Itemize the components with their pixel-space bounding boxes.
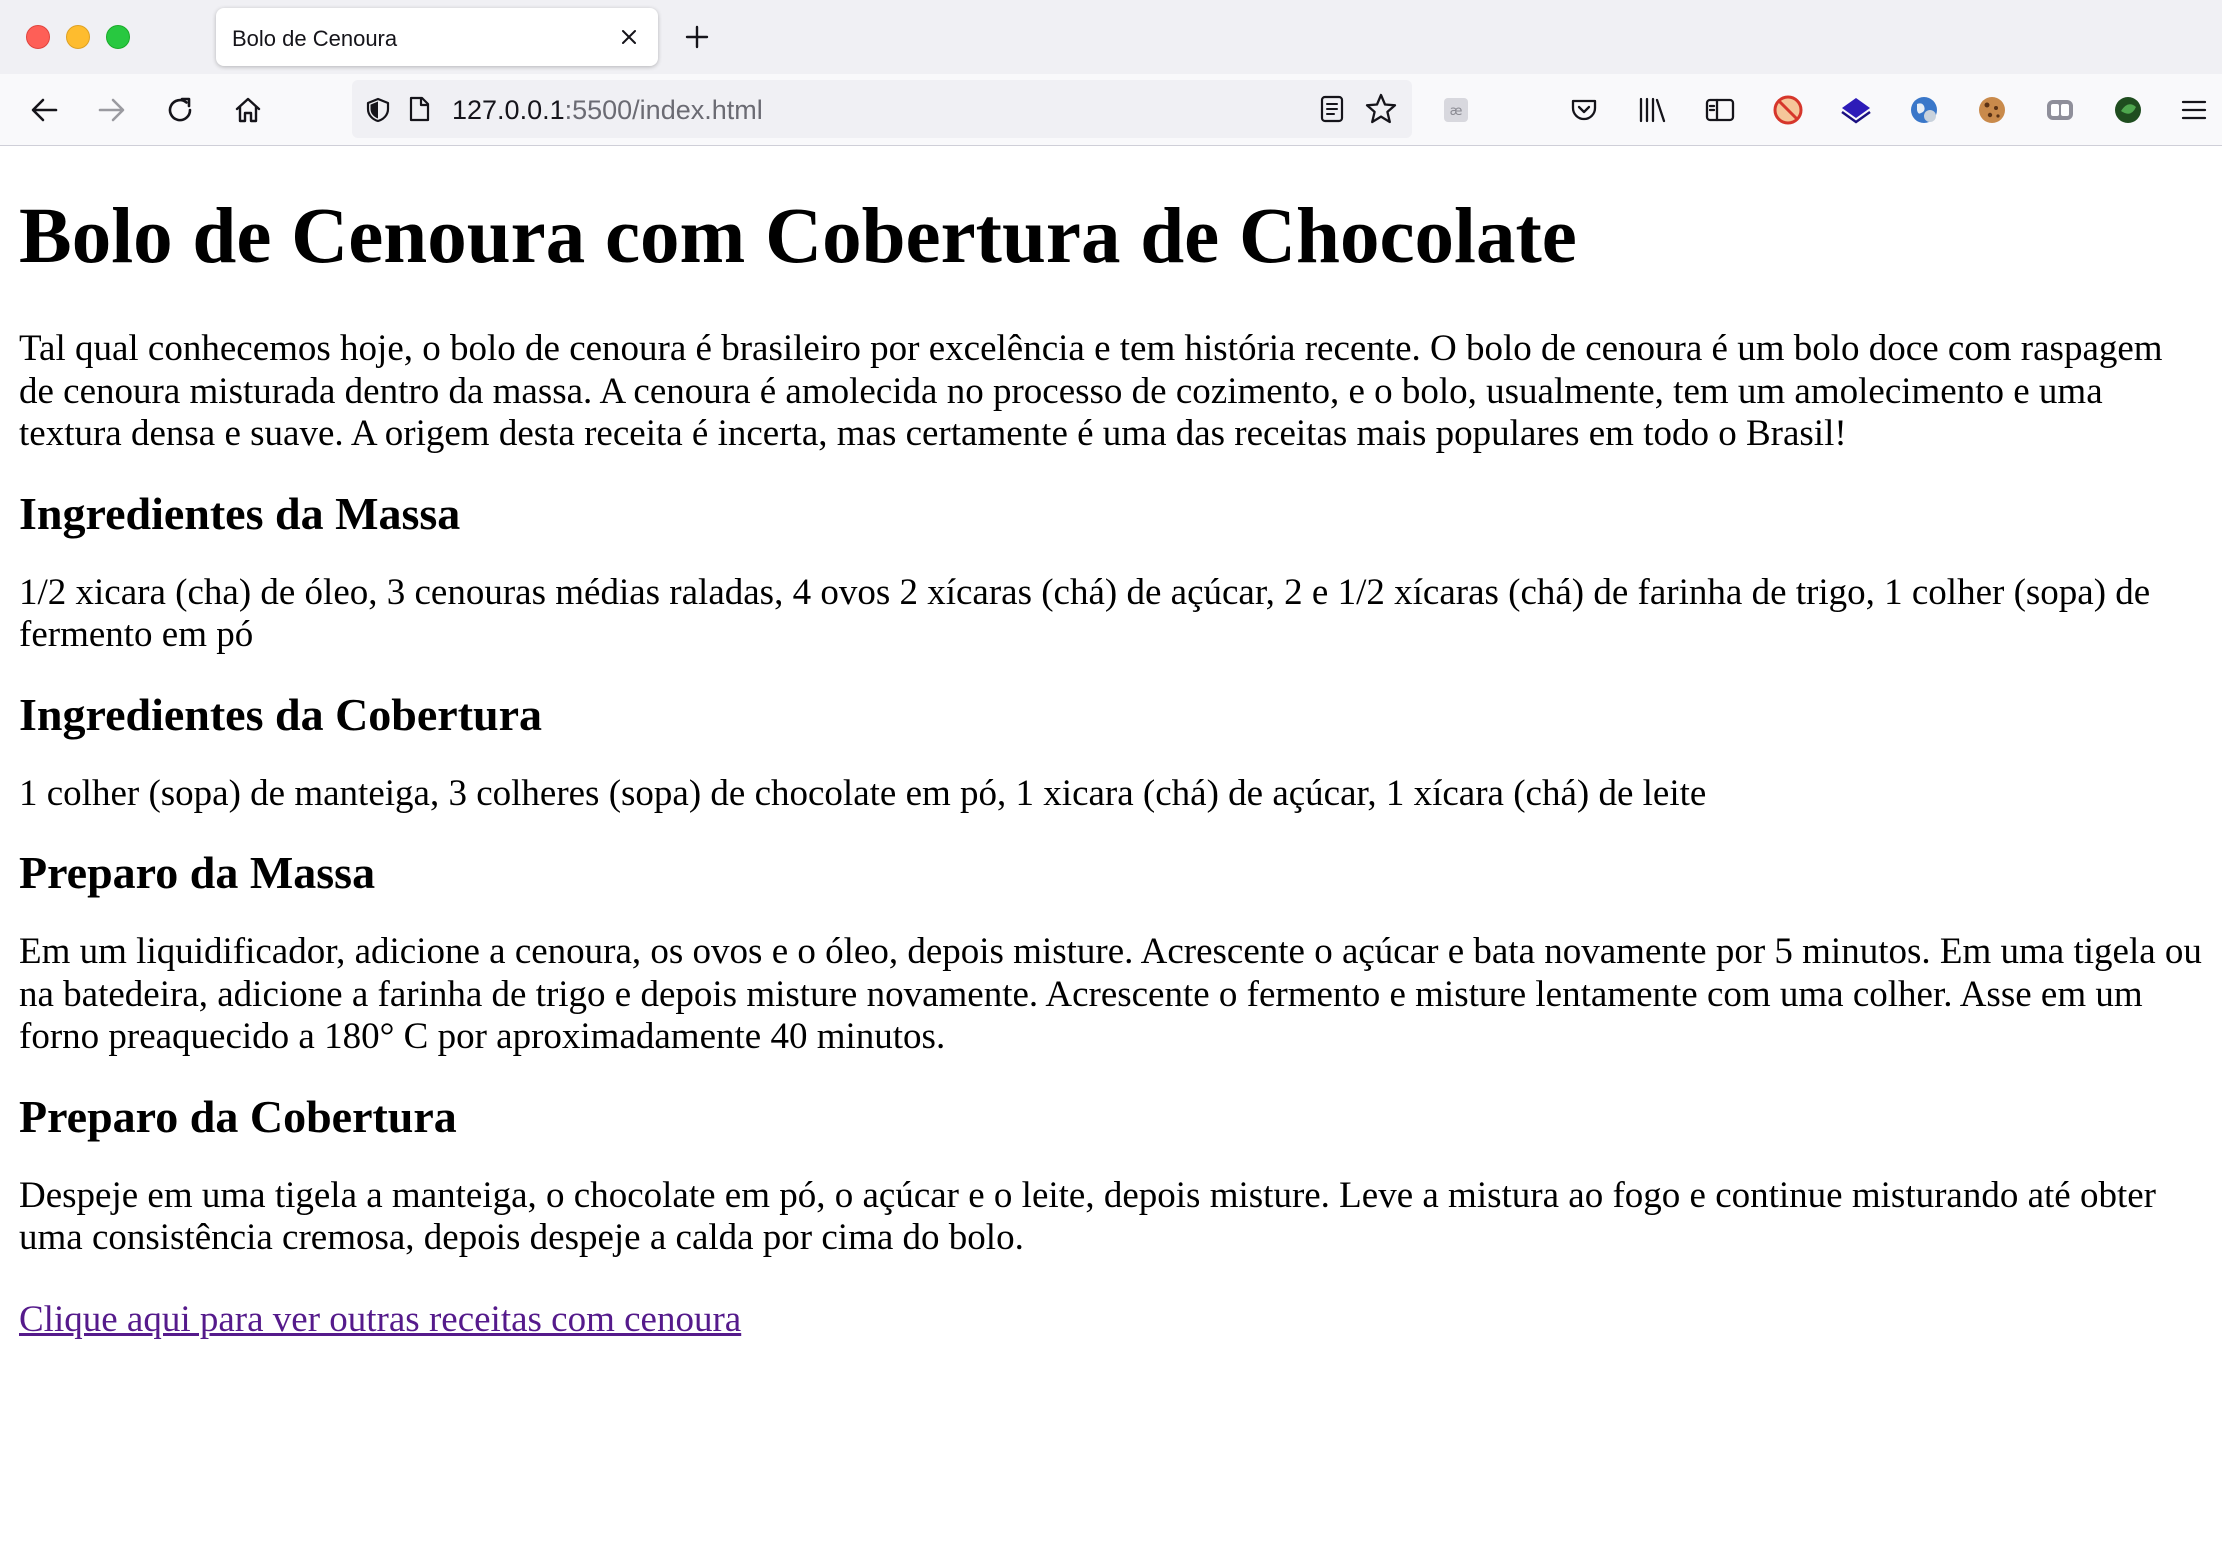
- pocket-button[interactable]: [1566, 92, 1602, 128]
- arrow-left-icon: [31, 98, 58, 122]
- link-paragraph: Clique aqui para ver outras receitas com…: [19, 1298, 2203, 1341]
- url-host: 127.0.0.1: [452, 95, 565, 125]
- page-info-icon[interactable]: [406, 95, 432, 123]
- section-text-cobertura-ingredients: 1 colher (sopa) de manteiga, 3 colheres …: [19, 772, 1707, 814]
- sidebar-button[interactable]: [1702, 92, 1738, 128]
- sidebar-icon: [1705, 98, 1735, 122]
- back-button[interactable]: [24, 90, 64, 130]
- hamburger-menu-icon: [2181, 100, 2207, 120]
- container-extension-button[interactable]: [2042, 92, 2078, 128]
- url-text[interactable]: 127.0.0.1:5500/index.html: [452, 95, 763, 126]
- section-heading-massa-ingredients: Ingredientes da Massa: [19, 487, 461, 539]
- cookie-icon: [1979, 97, 2005, 123]
- page-content: Bolo de Cenoura com Cobertura de Chocola…: [0, 147, 2222, 1546]
- tab-bar: Bolo de Cenoura: [0, 0, 2222, 74]
- translate-extension-button[interactable]: æ: [1438, 92, 1474, 128]
- tab-title: Bolo de Cenoura: [232, 26, 398, 51]
- globe-icon: [1911, 97, 1937, 123]
- navigation-toolbar: 127.0.0.1:5500/index.html æ: [0, 74, 2222, 146]
- globe-extension-button[interactable]: [1906, 92, 1942, 128]
- reload-icon: [168, 97, 192, 122]
- zoom-window-button[interactable]: [106, 25, 130, 49]
- page-title: Bolo de Cenoura com Cobertura de Chocola…: [19, 193, 1577, 280]
- text-box-icon: æ: [1444, 98, 1468, 122]
- section-heading-cobertura-ingredients: Ingredientes da Cobertura: [19, 688, 543, 740]
- home-icon: [235, 97, 261, 123]
- shield-icon[interactable]: [364, 96, 392, 124]
- blocker-extension-button[interactable]: [1770, 92, 1806, 128]
- green-extension-button[interactable]: [2110, 92, 2146, 128]
- close-window-button[interactable]: [26, 25, 50, 49]
- bookmark-star-icon[interactable]: [1364, 92, 1398, 126]
- url-bar[interactable]: 127.0.0.1:5500/index.html: [352, 80, 1412, 138]
- section-heading-massa-preparation: Preparo da Massa: [19, 847, 376, 898]
- reader-view-icon[interactable]: [1318, 94, 1346, 124]
- section-heading-cobertura-preparation: Preparo da Cobertura: [19, 1090, 457, 1142]
- tab-active[interactable]: Bolo de Cenoura: [216, 8, 658, 66]
- minimize-window-button[interactable]: [66, 25, 90, 49]
- cookie-extension-button[interactable]: [1974, 92, 2010, 128]
- url-path: :5500/index.html: [564, 95, 763, 125]
- pocket-icon: [1571, 99, 1597, 121]
- other-recipes-link[interactable]: Clique aqui para ver outras receitas com…: [19, 1299, 741, 1340]
- library-icon: [1639, 97, 1666, 123]
- container-icon: [2047, 100, 2073, 120]
- svg-text:æ: æ: [1450, 104, 1463, 119]
- green-extension-icon: [2115, 97, 2141, 123]
- forward-button[interactable]: [92, 90, 132, 130]
- section-text-cobertura-preparation: Despeje em uma tigela a manteiga, o choc…: [19, 1174, 2156, 1259]
- menu-button[interactable]: [2176, 92, 2212, 128]
- layers-icon: [1841, 98, 1871, 124]
- section-text-massa-ingredients: 1/2 xicara (cha) de óleo, 3 cenouras méd…: [19, 571, 2151, 656]
- layers-extension-button[interactable]: [1838, 92, 1874, 128]
- plus-icon: [685, 25, 709, 49]
- arrow-right-icon: [98, 98, 125, 122]
- reload-button[interactable]: [160, 90, 200, 130]
- library-button[interactable]: [1634, 92, 1670, 128]
- close-icon: [622, 30, 636, 44]
- tab-close-button[interactable]: [612, 20, 646, 54]
- blocker-extension-icon: [1773, 95, 1803, 125]
- section-text-massa-preparation: Em um liquidificador, adicione a cenoura…: [19, 931, 2202, 1057]
- home-button[interactable]: [228, 90, 268, 130]
- new-tab-button[interactable]: [678, 18, 716, 56]
- intro-paragraph: Tal qual conhecemos hoje, o bolo de ceno…: [19, 328, 2163, 454]
